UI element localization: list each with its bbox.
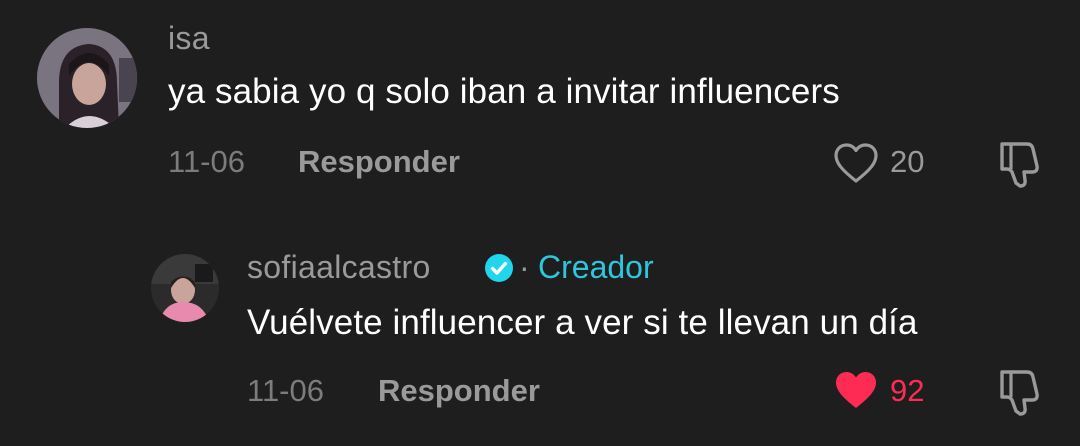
avatar[interactable] <box>151 254 219 322</box>
thumbs-down-icon <box>1000 142 1039 188</box>
separator-dot: · <box>519 249 530 285</box>
comment-username[interactable]: isa <box>168 20 210 57</box>
thumbs-down-icon <box>1000 370 1039 416</box>
like-button[interactable] <box>832 367 880 415</box>
avatar[interactable] <box>37 28 137 128</box>
like-button[interactable] <box>832 140 880 188</box>
like-count: 92 <box>890 373 925 408</box>
comment-date: 11-06 <box>168 144 245 179</box>
heart-filled-icon <box>836 372 876 408</box>
heart-outline-icon <box>834 143 878 183</box>
reply-username[interactable]: sofiaalcastro <box>247 249 431 286</box>
reply-text: Vuélvete influencer a ver si te llevan u… <box>247 303 918 342</box>
like-count: 20 <box>890 144 925 179</box>
comment-text: ya sabia yo q solo iban a invitar influe… <box>168 72 840 111</box>
dislike-button[interactable] <box>994 138 1044 190</box>
dislike-button[interactable] <box>994 366 1044 418</box>
reply-button[interactable]: Responder <box>298 144 460 180</box>
verified-badge-icon <box>484 253 514 283</box>
creator-badge: Creador <box>538 249 654 285</box>
reply-button[interactable]: Responder <box>378 373 540 409</box>
reply-date: 11-06 <box>247 373 324 408</box>
